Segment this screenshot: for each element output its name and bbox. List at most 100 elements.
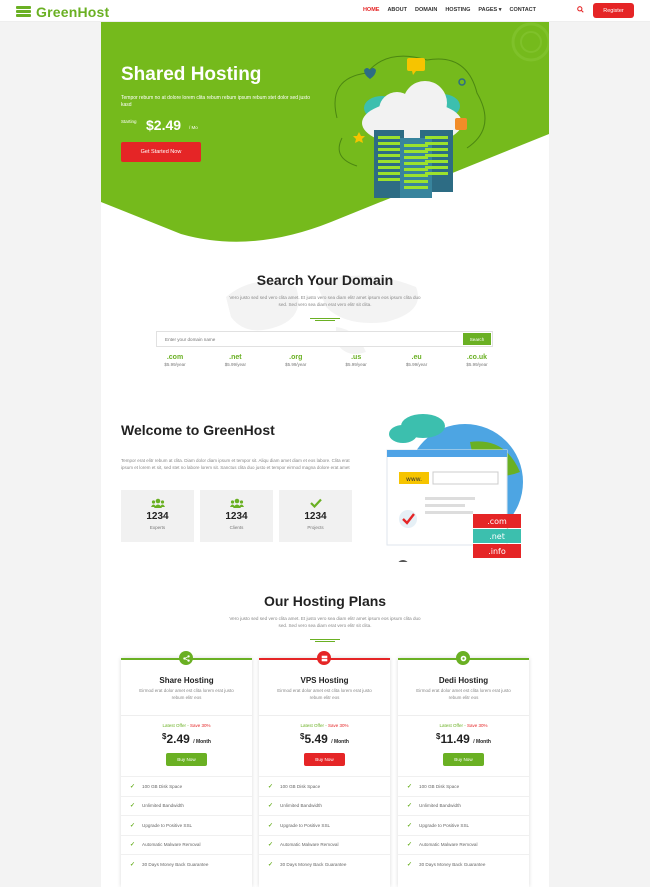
feature-item: ✓ Unlimited Bandwidth — [398, 795, 529, 816]
plan-offer: Latest Offer - Save 30% — [398, 723, 529, 728]
plan-features: ✓ 100 GB Disk Space ✓ Unlimited Bandwidth … — [121, 776, 252, 874]
nav-item-hosting[interactable]: HOSTING — [445, 7, 470, 13]
tld-item: .us $5.99/year — [339, 354, 373, 367]
plan-name: VPS Hosting — [300, 676, 349, 685]
nav-item-home[interactable]: HOME — [363, 7, 380, 13]
cloud-server-illustration — [334, 55, 486, 198]
hero-section: Shared Hosting Tempor rebum no at dolore… — [101, 22, 549, 244]
clients-icon — [200, 498, 273, 508]
feature-label: 30 Days Money Back Guarantee — [419, 861, 486, 867]
feature-label: Unlimited Bandwidth — [280, 803, 322, 809]
main-menu: HOME ABOUT DOMAIN HOSTING PAGES ▾ CONTAC… — [363, 7, 536, 13]
nav-item-domain[interactable]: DOMAIN — [415, 7, 437, 13]
price-period: / Month — [473, 739, 491, 745]
nav-item-contact[interactable]: CONTACT — [510, 7, 536, 13]
feature-item: ✓ Unlimited Bandwidth — [259, 795, 390, 816]
plan-divider — [398, 715, 529, 716]
offer-label: Latest Offer - — [439, 723, 467, 728]
plan-offer: Latest Offer - Save 30% — [121, 723, 252, 728]
section-divider — [310, 317, 340, 321]
server-icon — [16, 6, 31, 18]
plan-offer: Latest Offer - Save 30% — [259, 723, 390, 728]
buy-now-button[interactable]: Buy Now — [443, 753, 484, 766]
feature-label: Upgrade to Positive SSL — [280, 822, 331, 828]
tld-price: $5.99/year — [285, 362, 307, 367]
url-label: www. — [406, 476, 422, 483]
tld-item: .com $5.99/year — [158, 354, 192, 367]
feature-item: ✓ Upgrade to Positive SSL — [121, 815, 252, 835]
stat-card-clients: 1234 Clients — [200, 490, 273, 542]
feature-item: ✓ 30 Days Money Back Guarantee — [121, 854, 252, 874]
nav-item-pages[interactable]: PAGES ▾ — [478, 7, 501, 13]
feature-item: ✓ Automatic Malware Removal — [398, 834, 529, 855]
check-icon: ✓ — [268, 861, 274, 868]
hero-price: $2.49 — [146, 117, 182, 133]
plan-name: Share Hosting — [159, 676, 214, 685]
share-icon — [179, 651, 193, 665]
price-value: 5.49 — [304, 732, 328, 746]
tld-extension: .eu — [411, 354, 422, 361]
plan-name: Dedi Hosting — [438, 676, 489, 685]
feature-label: 30 Days Money Back Guarantee — [142, 861, 209, 867]
tld-item: .eu $5.99/year — [400, 354, 434, 367]
feature-item: ✓ 100 GB Disk Space — [121, 776, 252, 796]
tld-extension: .co.uk — [466, 354, 488, 361]
plan-description: Eirmod erat dolor amet est clita lorem e… — [416, 688, 511, 700]
feature-item: ✓ 100 GB Disk Space — [398, 776, 529, 796]
tld-price: $5.99/year — [466, 362, 488, 367]
tld-extension: .net — [229, 354, 242, 361]
stat-number: 1234 — [304, 511, 327, 522]
tld-extension: .com — [166, 354, 184, 361]
nav-item-about[interactable]: ABOUT — [387, 7, 407, 13]
tld-price: $5.99/year — [224, 362, 247, 367]
register-button[interactable]: Register — [593, 3, 634, 18]
logo[interactable]: GreenHost — [16, 4, 109, 20]
tld-extension: .org — [289, 354, 303, 361]
get-started-button[interactable]: Get Started Now — [121, 142, 201, 162]
navbar: GreenHost HOME ABOUT DOMAIN HOSTING PAGE… — [0, 0, 650, 22]
feature-item: ✓ 30 Days Money Back Guarantee — [398, 854, 529, 874]
feature-label: 100 GB Disk Space — [280, 783, 321, 789]
feature-item: ✓ 100 GB Disk Space — [259, 776, 390, 796]
tld-item: .net $5.99/year — [218, 354, 252, 367]
tld-price: $5.99/year — [405, 362, 428, 367]
check-icon: ✓ — [407, 861, 413, 868]
feature-label: Unlimited Bandwidth — [419, 803, 461, 809]
stat-card-experts: 1234 Experts — [121, 490, 194, 542]
page: GreenHost HOME ABOUT DOMAIN HOSTING PAGE… — [0, 0, 650, 887]
welcome-text: Tempor erat elitr rebum at clita. Diam d… — [121, 458, 350, 470]
offer-save: Save 30% — [327, 723, 349, 728]
feature-label: Unlimited Bandwidth — [142, 803, 184, 809]
feature-item: ✓ Upgrade to Positive SSL — [398, 815, 529, 835]
feature-label: 100 GB Disk Space — [419, 783, 460, 789]
plan-description: Eirmod erat dolor amet est clita lorem e… — [277, 688, 372, 700]
buy-now-button[interactable]: Buy Now — [166, 753, 207, 766]
hero-title: Shared Hosting — [121, 64, 262, 85]
check-icon: ✓ — [268, 842, 274, 849]
check-icon: ✓ — [268, 803, 274, 810]
feature-label: Automatic Malware Removal — [419, 842, 478, 848]
domain-search-button[interactable]: Search — [463, 333, 491, 345]
hero-description: Tempor rebum no at dolore lorem clita re… — [121, 95, 310, 109]
plan-features: ✓ 100 GB Disk Space ✓ Unlimited Bandwidth … — [259, 776, 390, 874]
section-divider — [310, 638, 340, 642]
domain-search-input[interactable] — [157, 332, 457, 346]
feature-item: ✓ Automatic Malware Removal — [121, 834, 252, 855]
search-icon[interactable] — [577, 6, 584, 15]
check-icon: ✓ — [130, 861, 136, 868]
plan-divider — [121, 715, 252, 716]
tag-info: .info — [488, 547, 506, 556]
plan-price: $2.49 / Month — [121, 732, 252, 746]
feature-item: ✓ 30 Days Money Back Guarantee — [259, 854, 390, 874]
feature-item: ✓ Automatic Malware Removal — [259, 834, 390, 855]
stat-label: Projects — [307, 525, 324, 530]
offer-save: Save 30% — [189, 723, 211, 728]
check-icon — [279, 498, 352, 508]
stat-label: Experts — [149, 525, 166, 530]
buy-now-button[interactable]: Buy Now — [304, 753, 345, 766]
plans-section-title: Our Hosting Plans — [263, 593, 387, 609]
check-icon: ✓ — [268, 783, 274, 790]
plan-card-share: Share Hosting Eirmod erat dolor amet est… — [121, 651, 252, 887]
brand-name: GreenHost — [36, 4, 110, 20]
tld-extension: .us — [351, 354, 362, 361]
